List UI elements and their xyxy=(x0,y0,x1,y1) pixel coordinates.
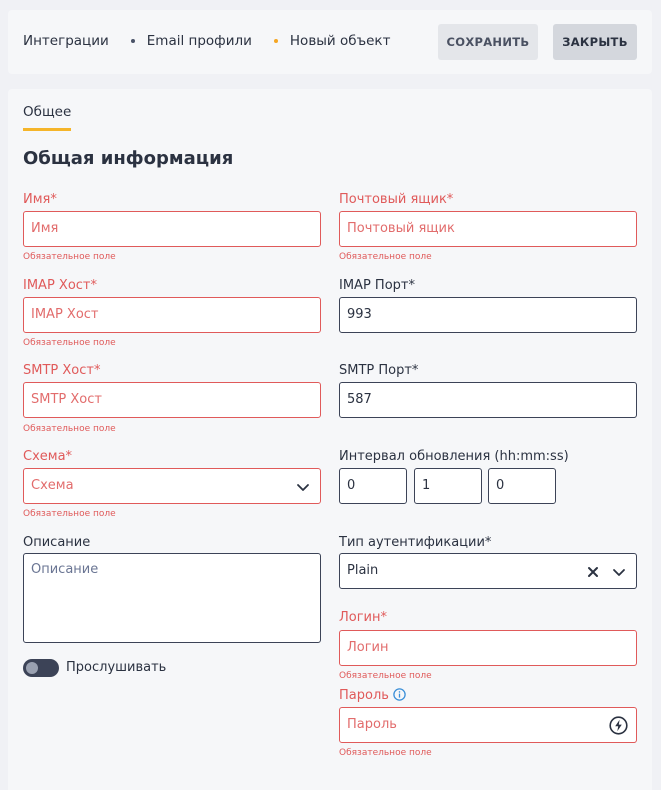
lightning-icon[interactable] xyxy=(609,716,628,735)
password-label: Пароль xyxy=(339,688,389,703)
breadcrumb-item-integrations[interactable]: Интеграции xyxy=(23,33,109,49)
auth-type-select[interactable]: Plain xyxy=(339,553,637,589)
page-header: Интеграции Email профили Новый объект СОХР… xyxy=(8,10,652,74)
smtp-host-input[interactable]: SMTP Хост xyxy=(23,382,321,418)
listen-toggle-label: Прослушивать xyxy=(66,660,167,675)
chevron-down-icon[interactable] xyxy=(296,480,310,494)
mailbox-label: Почтовый ящик* xyxy=(339,192,454,207)
mailbox-input[interactable]: Почтовый ящик xyxy=(339,211,637,247)
login-input[interactable]: Логин xyxy=(339,630,637,666)
smtp-port-label: SMTP Порт* xyxy=(339,363,419,378)
password-required-hint: Обязательное поле xyxy=(339,748,432,758)
schema-select-placeholder: Схема xyxy=(31,478,74,493)
listen-toggle[interactable] xyxy=(23,659,59,677)
breadcrumb: Интеграции Email профили Новый объект xyxy=(23,33,390,49)
password-placeholder: Пароль xyxy=(347,717,397,732)
imap-port-input[interactable]: 993 xyxy=(339,297,637,333)
breadcrumb-item-current: Новый объект xyxy=(289,33,391,49)
auth-type-value: Plain xyxy=(347,563,379,578)
section-title: Общая информация xyxy=(23,148,234,169)
info-icon[interactable] xyxy=(393,688,406,701)
form-card: Общее Общая информация Имя* Имя Обязател… xyxy=(8,89,652,790)
login-required-hint: Обязательное поле xyxy=(339,671,432,681)
name-label: Имя* xyxy=(23,192,57,207)
imap-port-label: IMAP Порт* xyxy=(339,278,415,293)
auth-type-label: Тип аутентификации* xyxy=(339,535,492,550)
toggle-knob xyxy=(26,662,38,674)
imap-host-input[interactable]: IMAP Хост xyxy=(23,297,321,333)
breadcrumb-item-email-profiles[interactable]: Email профили xyxy=(147,33,252,49)
smtp-host-label: SMTP Хост* xyxy=(23,363,101,378)
imap-host-label: IMAP Хост* xyxy=(23,278,97,293)
tab-general[interactable]: Общее xyxy=(23,104,72,131)
smtp-host-required-hint: Обязательное поле xyxy=(23,424,116,434)
breadcrumb-separator xyxy=(130,39,135,43)
mailbox-required-hint: Обязательное поле xyxy=(339,252,432,262)
chevron-down-icon[interactable] xyxy=(612,565,626,579)
schema-label: Схема* xyxy=(23,449,73,464)
breadcrumb-separator-current xyxy=(273,39,278,43)
interval-hours-input[interactable]: 0 xyxy=(339,468,407,504)
save-button[interactable]: СОХРАНИТЬ xyxy=(438,24,538,60)
description-label: Описание xyxy=(23,535,91,550)
schema-required-hint: Обязательное поле xyxy=(23,509,116,519)
login-label: Логин* xyxy=(339,610,388,625)
clear-icon[interactable] xyxy=(586,565,600,579)
smtp-port-input[interactable]: 587 xyxy=(339,382,637,418)
name-required-hint: Обязательное поле xyxy=(23,252,116,262)
interval-seconds-input[interactable]: 0 xyxy=(488,468,556,504)
interval-minutes-input[interactable]: 1 xyxy=(414,468,482,504)
password-input[interactable]: Пароль xyxy=(339,707,637,743)
name-input[interactable]: Имя xyxy=(23,211,321,247)
imap-host-required-hint: Обязательное поле xyxy=(23,338,116,348)
description-textarea[interactable]: Описание xyxy=(23,553,321,643)
schema-select[interactable]: Схема xyxy=(23,468,321,504)
close-button[interactable]: ЗАКРЫТЬ xyxy=(553,24,637,60)
interval-label: Интервал обновления (hh:mm:ss) xyxy=(339,449,569,464)
